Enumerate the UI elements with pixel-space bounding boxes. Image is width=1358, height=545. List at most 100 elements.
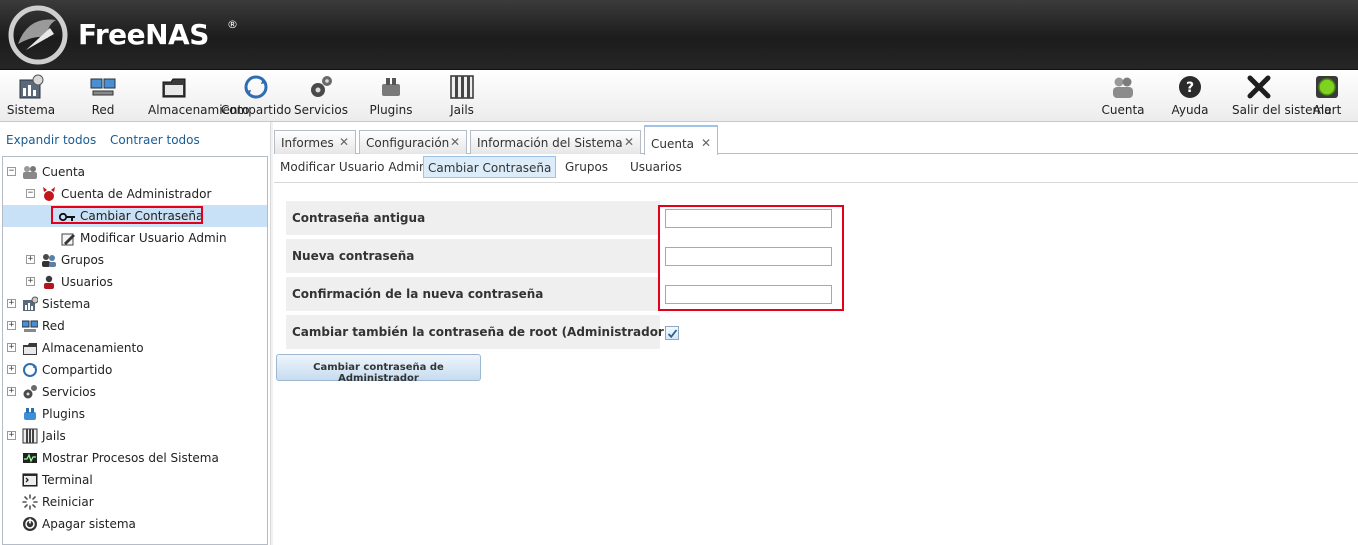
tree-item-label: Almacenamiento	[42, 341, 144, 355]
tree-item-label: Modificar Usuario Admin	[80, 231, 227, 245]
toolbar-services-label: Servicios	[294, 103, 348, 117]
old-password-label: Contraseña antigua	[292, 211, 426, 225]
tree-item-label: Plugins	[42, 407, 85, 421]
account-icon	[23, 166, 37, 179]
svg-text:?: ?	[1186, 80, 1194, 96]
toolbar-network-label: Red	[91, 103, 115, 117]
expand-toggle[interactable]: +	[7, 431, 16, 440]
close-icon[interactable]: ✕	[450, 135, 460, 149]
tab-reports[interactable]: Informes ✕	[274, 130, 356, 154]
tree-item-system[interactable]: + Sistema	[3, 293, 267, 315]
tree-item-account[interactable]: − Cuenta	[3, 161, 267, 183]
toolbar-jails-button[interactable]: Jails	[442, 74, 482, 118]
panel-splitter[interactable]	[270, 122, 273, 545]
toolbar-alert-button[interactable]: Alert	[1310, 74, 1344, 118]
tree-item-label: Reiniciar	[42, 495, 94, 509]
subtab-change-password[interactable]: Cambiar Contraseña	[423, 156, 557, 178]
tree-item-users[interactable]: + Usuarios	[3, 271, 267, 293]
toolbar-plugins-button[interactable]: Plugins	[368, 74, 414, 118]
confirm-password-label: Confirmación de la nueva contraseña	[292, 287, 544, 301]
system-icon	[19, 74, 44, 99]
tree-item-label: Red	[42, 319, 65, 333]
tree-item-edit-admin-user[interactable]: Modificar Usuario Admin	[3, 227, 267, 249]
tree-item-label: Sistema	[42, 297, 91, 311]
subtab-edit-admin-user[interactable]: Modificar Usuario Admin	[276, 156, 431, 178]
toolbar-services-button[interactable]: Servicios	[292, 74, 350, 118]
tree-item-groups[interactable]: + Grupos	[3, 249, 267, 271]
tree-item-admin-account[interactable]: − Cuenta de Administrador	[3, 183, 267, 205]
toolbar-logout-button[interactable]: Salir del sistema	[1232, 74, 1332, 118]
close-icon[interactable]: ✕	[339, 135, 349, 149]
sharing-icon	[244, 75, 268, 99]
old-password-row: Contraseña antigua	[286, 201, 660, 235]
account-icon	[1113, 77, 1133, 98]
edit-user-icon	[61, 233, 75, 246]
toolbar-system-button[interactable]: Sistema	[4, 74, 58, 118]
toolbar-account-button[interactable]: Cuenta	[1100, 74, 1146, 118]
tree-item-jails[interactable]: + Jails	[3, 425, 267, 447]
close-icon[interactable]: ✕	[624, 135, 634, 149]
expand-toggle[interactable]: +	[7, 321, 16, 330]
expand-toggle[interactable]: +	[7, 365, 16, 374]
expand-toggle[interactable]: +	[7, 299, 16, 308]
brand-registered-mark: ®	[227, 18, 238, 31]
change-root-password-label: Cambiar también la contraseña de root (A…	[292, 325, 670, 339]
tab-settings[interactable]: Configuración ✕	[359, 130, 467, 154]
toolbar-help-button[interactable]: ? Ayuda	[1168, 74, 1212, 118]
change-root-password-row: Cambiar también la contraseña de root (A…	[286, 315, 669, 349]
toolbar-system-label: Sistema	[6, 103, 56, 117]
tree-item-system-processes[interactable]: Mostrar Procesos del Sistema	[3, 447, 267, 469]
tree-item-label: Terminal	[42, 473, 93, 487]
jails-icon	[450, 75, 474, 99]
toolbar-logout-label: Salir del sistema	[1232, 103, 1332, 117]
tree-item-services[interactable]: + Servicios	[3, 381, 267, 403]
services-icon	[23, 385, 37, 399]
main-toolbar: Sistema Red Almacenamiento Compartido Se…	[0, 70, 1358, 122]
tree-item-reboot[interactable]: Reiniciar	[3, 491, 267, 513]
tab-system-information[interactable]: Información del Sistema ✕	[470, 130, 641, 154]
reboot-spinner-icon	[22, 494, 38, 510]
subtab-users[interactable]: Usuarios	[626, 156, 686, 178]
groups-icon	[42, 254, 56, 267]
freenas-logo: FreeNAS ®	[6, 4, 246, 66]
bsd-daemon-icon	[43, 187, 55, 201]
change-root-password-checkbox[interactable]	[665, 326, 679, 340]
tree-item-label: Cuenta	[42, 165, 86, 179]
subtab-groups[interactable]: Grupos	[561, 156, 612, 178]
change-admin-password-button[interactable]: Cambiar contraseña de Administrador	[276, 354, 481, 384]
collapse-all-link[interactable]: Contraer todos	[110, 133, 200, 147]
collapse-toggle[interactable]: −	[7, 167, 16, 176]
services-icon	[311, 76, 332, 97]
tab-label: Cuenta	[651, 137, 695, 151]
expand-toggle[interactable]: +	[26, 255, 35, 264]
user-icon	[44, 275, 54, 289]
toolbar-sharing-button[interactable]: Compartido	[220, 74, 292, 118]
expand-toggle[interactable]: +	[26, 277, 35, 286]
new-password-label: Nueva contraseña	[292, 249, 415, 263]
password-fields-highlight	[658, 205, 844, 311]
plugins-icon	[24, 408, 36, 420]
toolbar-jails-label: Jails	[450, 103, 474, 117]
expand-toggle[interactable]: +	[7, 387, 16, 396]
tree-item-network[interactable]: + Red	[3, 315, 267, 337]
tree-item-terminal[interactable]: Terminal	[3, 469, 267, 491]
tree-item-sharing[interactable]: + Compartido	[3, 359, 267, 381]
expand-all-link[interactable]: Expandir todos	[6, 133, 96, 147]
tree-item-label: Usuarios	[61, 275, 113, 289]
close-icon[interactable]: ✕	[701, 136, 711, 150]
alert-icon	[1316, 76, 1338, 98]
tab-account[interactable]: Cuenta ✕	[644, 125, 718, 155]
tree-item-plugins[interactable]: Plugins	[3, 403, 267, 425]
tree-item-label: Cuenta de Administrador	[61, 187, 212, 201]
tree-item-shutdown[interactable]: Apagar sistema	[3, 513, 267, 535]
tree-selection-highlight	[51, 206, 203, 224]
toolbar-network-button[interactable]: Red	[80, 74, 126, 118]
help-icon: ?	[1179, 76, 1201, 98]
tree-item-storage[interactable]: + Almacenamiento	[3, 337, 267, 359]
confirm-password-row: Confirmación de la nueva contraseña	[286, 277, 660, 311]
expand-toggle[interactable]: +	[7, 343, 16, 352]
tree-expand-links: Expandir todos Contraer todos	[6, 133, 210, 147]
logout-icon	[1247, 75, 1271, 99]
collapse-toggle[interactable]: −	[26, 189, 35, 198]
app-header: FreeNAS ®	[0, 0, 1358, 70]
